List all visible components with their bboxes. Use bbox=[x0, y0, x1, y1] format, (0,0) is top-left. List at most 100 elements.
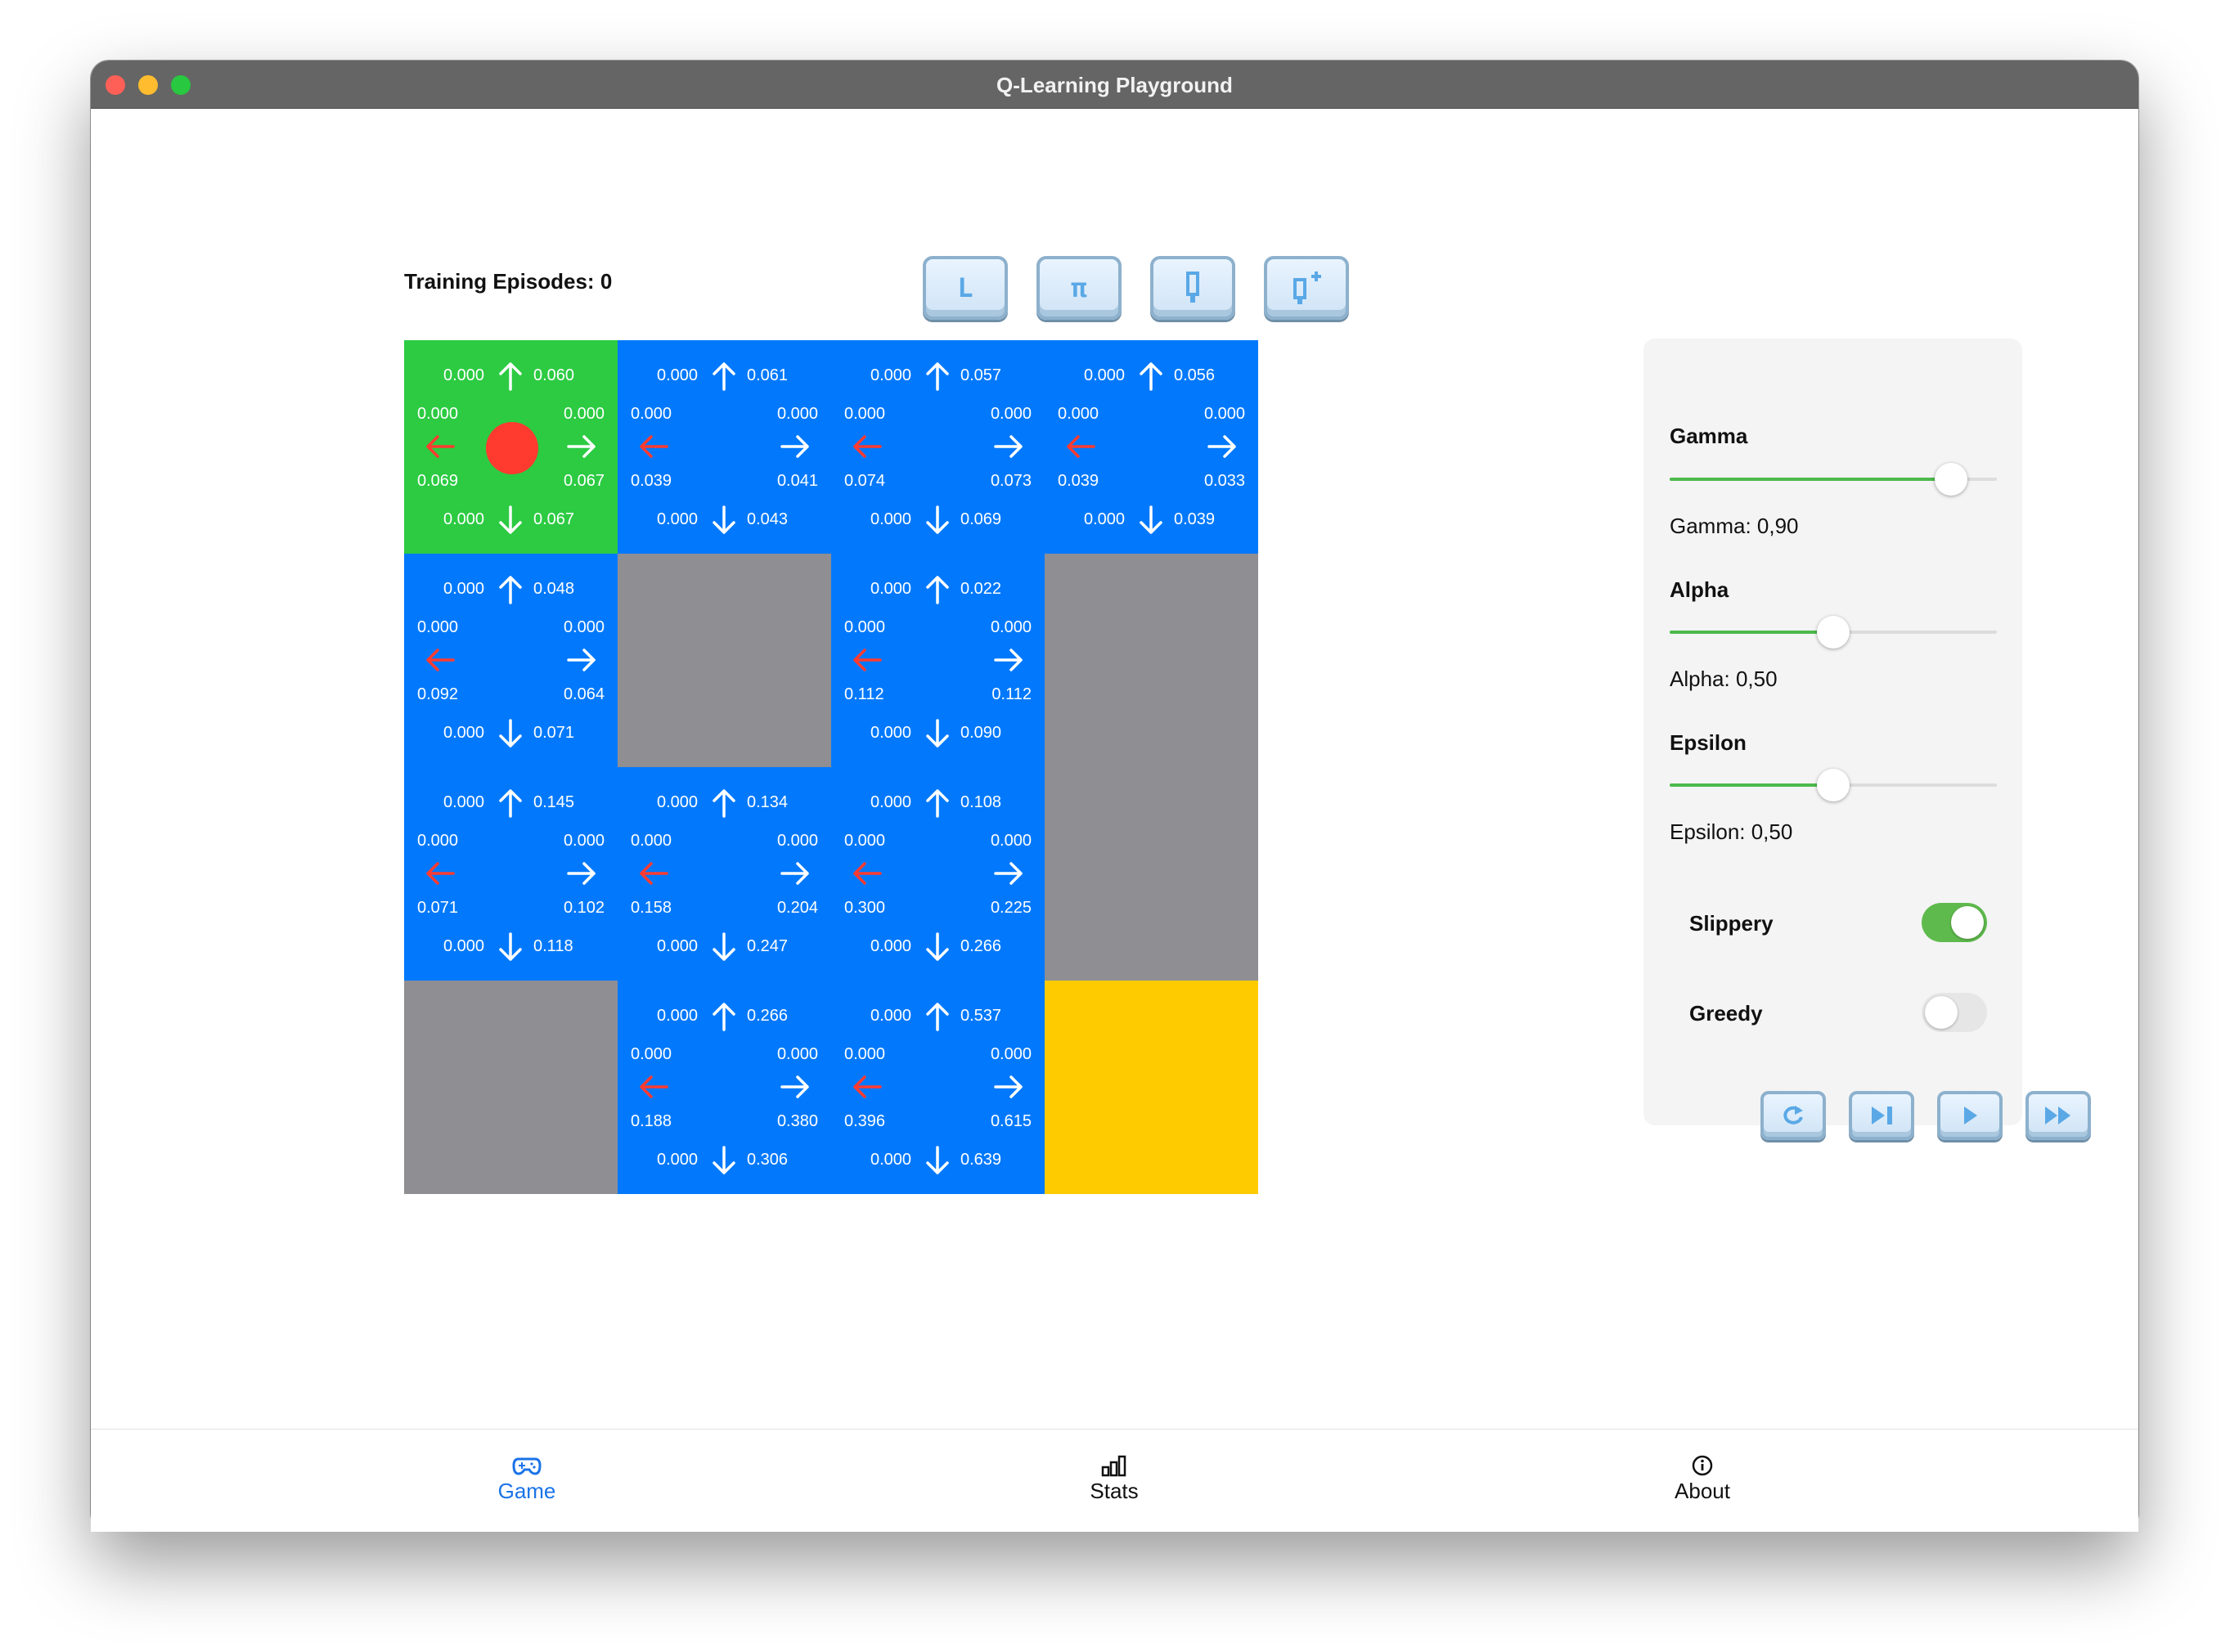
grid-cell-blue[interactable]: 0.000 0.108 0.000 0.000 0.300 0.225 0.000 0.266 bbox=[831, 767, 1045, 981]
q-value-up-primary: 0.000 bbox=[443, 580, 485, 598]
q-value-up: 0.145 bbox=[533, 793, 575, 811]
q-value-up-primary: 0.000 bbox=[870, 1007, 912, 1025]
grid-cell-blue[interactable]: 0.000 0.048 0.000 0.000 0.092 0.064 0.000 0.071 bbox=[404, 554, 618, 767]
q-value-up-primary: 0.000 bbox=[657, 1007, 699, 1025]
q-grid: 0.000 0.060 0.000 0.000 0.069 0.067 0.000 0.067… bbox=[404, 340, 1258, 1194]
fast-forward-button[interactable] bbox=[2025, 1091, 2091, 1140]
grid-cell-wall[interactable] bbox=[618, 554, 831, 767]
grid-cell-wall[interactable] bbox=[1045, 554, 1258, 767]
q-value-up: 0.061 bbox=[747, 366, 789, 384]
arrow-down-icon bbox=[926, 932, 949, 961]
arrow-down-icon bbox=[499, 932, 522, 961]
q-value-right-primary: 0.000 bbox=[563, 618, 605, 636]
gamecontroller-icon bbox=[512, 1457, 542, 1475]
arrow-right-icon bbox=[1207, 435, 1236, 458]
grid-cell-blue[interactable]: 0.000 0.537 0.000 0.000 0.396 0.615 0.000 0.639 bbox=[831, 981, 1045, 1194]
slider-thumb[interactable] bbox=[1817, 769, 1850, 801]
agent-marker bbox=[486, 422, 538, 474]
arrow-right-icon bbox=[994, 1075, 1023, 1098]
pi-icon: π bbox=[1071, 272, 1087, 303]
arrow-down-icon bbox=[1140, 505, 1162, 534]
gamma-slider[interactable] bbox=[1670, 461, 1997, 497]
arrow-left-icon bbox=[853, 862, 882, 885]
tab-game[interactable]: Game bbox=[404, 1430, 650, 1532]
grid-cell-blue[interactable]: 0.000 0.134 0.000 0.000 0.158 0.204 0.000 0.247 bbox=[618, 767, 831, 981]
q-value-right-primary: 0.000 bbox=[990, 832, 1032, 850]
q-value-right: 0.204 bbox=[776, 899, 818, 917]
q-value-right: 0.064 bbox=[563, 685, 605, 703]
tab-about[interactable]: About bbox=[1580, 1430, 1825, 1532]
q-value-right: 0.041 bbox=[776, 472, 818, 490]
greedy-toggle[interactable] bbox=[1922, 993, 1987, 1032]
grid-cell-blue[interactable]: 0.000 0.061 0.000 0.000 0.039 0.041 0.000 0.043 bbox=[618, 340, 831, 554]
tab-stats-label: Stats bbox=[1090, 1479, 1139, 1503]
q-value-up-primary: 0.000 bbox=[657, 366, 699, 384]
q-value-down-primary: 0.000 bbox=[443, 724, 485, 742]
tool-quill-plus-button[interactable] bbox=[1264, 256, 1349, 320]
q-value-right-primary: 0.000 bbox=[776, 832, 818, 850]
arrow-right-icon bbox=[994, 435, 1023, 458]
grid-cell-start[interactable]: 0.000 0.060 0.000 0.000 0.069 0.067 0.000 0.067 bbox=[404, 340, 618, 554]
grid-cell-wall[interactable] bbox=[404, 981, 618, 1194]
grid-cell-blue[interactable]: 0.000 0.022 0.000 0.000 0.112 0.112 0.000 0.090 bbox=[831, 554, 1045, 767]
toggle-knob bbox=[1925, 996, 1958, 1029]
arrow-down-icon bbox=[713, 932, 735, 961]
q-value-right: 0.615 bbox=[990, 1112, 1032, 1130]
slippery-label: Slippery bbox=[1689, 911, 1774, 936]
arrow-left-icon bbox=[426, 862, 455, 885]
q-value-up: 0.022 bbox=[960, 580, 1002, 598]
grid-cell-blue[interactable]: 0.000 0.266 0.000 0.000 0.188 0.380 0.000 0.306 bbox=[618, 981, 831, 1194]
arrow-right-icon bbox=[567, 862, 596, 885]
q-value-right-primary: 0.000 bbox=[990, 1045, 1032, 1063]
q-value-up: 0.266 bbox=[747, 1007, 789, 1025]
q-value-right: 0.073 bbox=[990, 472, 1032, 490]
q-value-down-primary: 0.000 bbox=[870, 937, 912, 955]
gamma-label: Gamma bbox=[1670, 424, 1748, 448]
arrow-right-icon bbox=[780, 1075, 809, 1098]
arrow-up-icon bbox=[926, 576, 949, 604]
step-button[interactable] bbox=[1849, 1091, 1914, 1140]
q-value-down: 0.118 bbox=[533, 937, 573, 955]
play-button[interactable] bbox=[1937, 1091, 2003, 1140]
slider-thumb[interactable] bbox=[1817, 616, 1850, 649]
epsilon-slider[interactable] bbox=[1670, 767, 1997, 803]
arrow-down-icon bbox=[926, 505, 949, 534]
tool-quill-button[interactable] bbox=[1150, 256, 1235, 320]
alpha-slider[interactable] bbox=[1670, 614, 1997, 650]
tab-stats[interactable]: Stats bbox=[991, 1430, 1237, 1532]
grid-cell-blue[interactable]: 0.000 0.145 0.000 0.000 0.071 0.102 0.000 0.118 bbox=[404, 767, 618, 981]
gamma-value: Gamma: 0,90 bbox=[1670, 514, 1799, 538]
tool-l-button[interactable]: L bbox=[923, 256, 1008, 320]
arrow-left-icon bbox=[640, 862, 668, 885]
arrow-down-icon bbox=[926, 719, 949, 747]
arrow-left-icon bbox=[853, 1075, 882, 1098]
q-value-left-primary: 0.000 bbox=[417, 618, 459, 636]
grid-cell-goal[interactable] bbox=[1045, 981, 1258, 1194]
q-value-up: 0.060 bbox=[533, 366, 575, 384]
slippery-toggle[interactable] bbox=[1922, 903, 1987, 942]
reset-button[interactable] bbox=[1760, 1091, 1826, 1140]
q-value-down-primary: 0.000 bbox=[870, 510, 912, 528]
grid-cell-wall[interactable] bbox=[1045, 767, 1258, 981]
q-value-up-primary: 0.000 bbox=[443, 793, 485, 811]
arrow-right-icon bbox=[780, 435, 809, 458]
q-value-left-primary: 0.000 bbox=[631, 405, 672, 423]
q-value-up: 0.056 bbox=[1174, 366, 1216, 384]
q-value-left: 0.188 bbox=[631, 1112, 672, 1130]
q-value-up-primary: 0.000 bbox=[1084, 366, 1126, 384]
arrow-left-icon bbox=[640, 435, 668, 458]
arrow-up-icon bbox=[499, 789, 522, 818]
arrow-down-icon bbox=[499, 505, 522, 534]
grid-cell-blue[interactable]: 0.000 0.057 0.000 0.000 0.074 0.073 0.000 0.069 bbox=[831, 340, 1045, 554]
slider-thumb[interactable] bbox=[1935, 463, 1967, 496]
q-value-left: 0.074 bbox=[844, 472, 886, 490]
arrow-up-icon bbox=[926, 1003, 949, 1031]
slider-fill bbox=[1670, 631, 1833, 634]
q-value-down-primary: 0.000 bbox=[657, 937, 699, 955]
grid-cell-blue[interactable]: 0.000 0.056 0.000 0.000 0.039 0.033 0.000 0.039 bbox=[1045, 340, 1258, 554]
chart-bar-icon bbox=[1101, 1455, 1126, 1477]
window-title: Q-Learning Playground bbox=[996, 73, 1233, 97]
tool-pi-button[interactable]: π bbox=[1036, 256, 1122, 320]
q-value-left: 0.158 bbox=[631, 899, 672, 917]
q-value-down-primary: 0.000 bbox=[657, 510, 699, 528]
